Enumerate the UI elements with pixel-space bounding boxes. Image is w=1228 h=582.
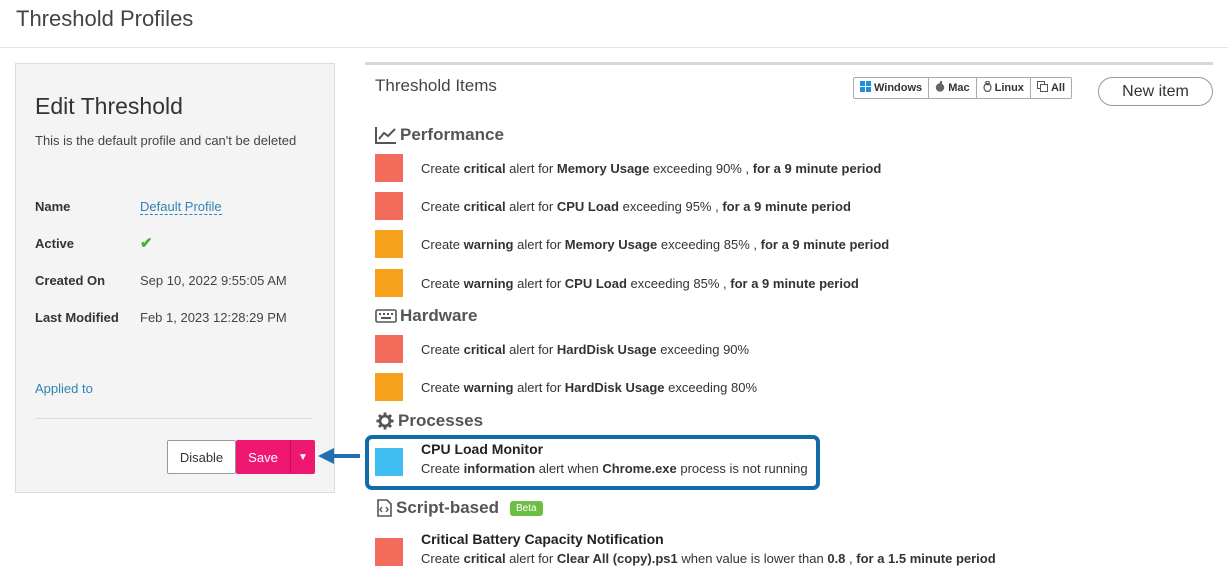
name-label: Name — [35, 199, 71, 214]
edit-threshold-subtitle: This is the default profile and can't be… — [35, 133, 297, 148]
last-modified-label: Last Modified — [35, 310, 119, 325]
filter-all-label: All — [1050, 82, 1065, 94]
edit-threshold-title: Edit Threshold — [35, 93, 183, 119]
cog-icon — [376, 412, 394, 430]
save-options-dropdown-button[interactable]: ▼ — [290, 440, 315, 474]
filter-linux-button[interactable]: Linux — [977, 78, 1031, 98]
section-script-based-title: Script-based — [396, 498, 499, 517]
threshold-item[interactable]: Create critical alert for Memory Usage e… — [375, 154, 1195, 182]
threshold-item[interactable]: Create warning alert for CPU Load exceed… — [375, 269, 1195, 297]
threshold-item[interactable]: Create warning alert for Memory Usage ex… — [375, 230, 1195, 258]
threshold-item-text: Create critical alert for Memory Usage e… — [421, 161, 882, 176]
severity-critical-swatch — [375, 154, 403, 182]
last-modified-value: Feb 1, 2023 12:28:29 PM — [140, 310, 287, 325]
save-button[interactable]: Save — [236, 440, 290, 474]
severity-warning-swatch — [375, 230, 403, 258]
beta-badge: Beta — [509, 500, 543, 516]
active-label: Active — [35, 236, 75, 251]
threshold-item-text: Create critical alert for Clear All (cop… — [421, 551, 996, 566]
severity-warning-swatch — [375, 373, 403, 401]
windows-icon — [860, 81, 871, 95]
copy-icon — [1036, 81, 1048, 95]
filter-windows-label: Windows — [874, 82, 923, 94]
section-hardware: Hardware — [375, 306, 477, 326]
filter-linux-label: Linux — [994, 82, 1024, 94]
caret-down-icon: ▼ — [298, 451, 308, 463]
threshold-item[interactable]: Critical Battery Capacity Notification C… — [375, 531, 1195, 566]
keyboard-icon — [375, 309, 397, 323]
threshold-item-text: Create critical alert for CPU Load excee… — [421, 199, 851, 214]
filter-mac-label: Mac — [948, 82, 970, 94]
threshold-item[interactable]: Create warning alert for HardDisk Usage … — [375, 373, 1195, 401]
highlight-callout-box — [365, 435, 820, 490]
created-on-value: Sep 10, 2022 9:55:05 AM — [140, 273, 287, 288]
threshold-item-text: Create warning alert for CPU Load exceed… — [421, 276, 859, 291]
severity-critical-swatch — [375, 335, 403, 363]
new-item-button[interactable]: New item — [1098, 77, 1213, 106]
applied-to-link[interactable]: Applied to — [35, 381, 93, 396]
created-on-label: Created On — [35, 273, 106, 288]
threshold-item-text: Create critical alert for HardDisk Usage… — [421, 342, 750, 357]
section-script-based: Script-based Beta — [375, 498, 543, 518]
line-chart-icon — [375, 127, 396, 144]
linux-icon — [982, 80, 992, 95]
active-check-icon: ✔ — [140, 235, 153, 252]
pointer-arrow-icon — [318, 448, 360, 464]
apple-icon — [935, 80, 945, 95]
filter-windows-button[interactable]: Windows — [854, 78, 930, 98]
section-hardware-title: Hardware — [400, 306, 478, 325]
threshold-items-title: Threshold Items — [375, 76, 497, 95]
section-processes-title: Processes — [398, 411, 484, 430]
threshold-items-panel: Threshold Items Windows Mac Linux All Ne… — [365, 62, 1213, 582]
os-filter-group: Windows Mac Linux All — [853, 77, 1072, 99]
profile-name-link[interactable]: Default Profile — [140, 199, 222, 215]
threshold-item[interactable]: Create critical alert for HardDisk Usage… — [375, 335, 1195, 363]
section-performance-title: Performance — [400, 125, 504, 144]
page-title: Threshold Profiles — [16, 6, 194, 31]
severity-critical-swatch — [375, 192, 403, 220]
threshold-item[interactable]: Create critical alert for CPU Load excee… — [375, 192, 1195, 220]
severity-critical-swatch — [375, 538, 403, 566]
section-performance: Performance — [375, 125, 504, 145]
edit-threshold-panel: Edit Threshold This is the default profi… — [15, 63, 335, 493]
disable-button[interactable]: Disable — [167, 440, 236, 474]
filter-mac-button[interactable]: Mac — [929, 78, 977, 98]
script-file-icon — [377, 499, 392, 517]
threshold-item-text: Create warning alert for HardDisk Usage … — [421, 380, 758, 395]
header-divider — [0, 47, 1228, 48]
severity-warning-swatch — [375, 269, 403, 297]
section-processes: Processes — [375, 411, 483, 431]
filter-all-button[interactable]: All — [1031, 78, 1071, 98]
panel-divider — [35, 418, 313, 419]
threshold-item-title: Critical Battery Capacity Notification — [421, 531, 664, 547]
threshold-item-text: Create warning alert for Memory Usage ex… — [421, 237, 890, 252]
